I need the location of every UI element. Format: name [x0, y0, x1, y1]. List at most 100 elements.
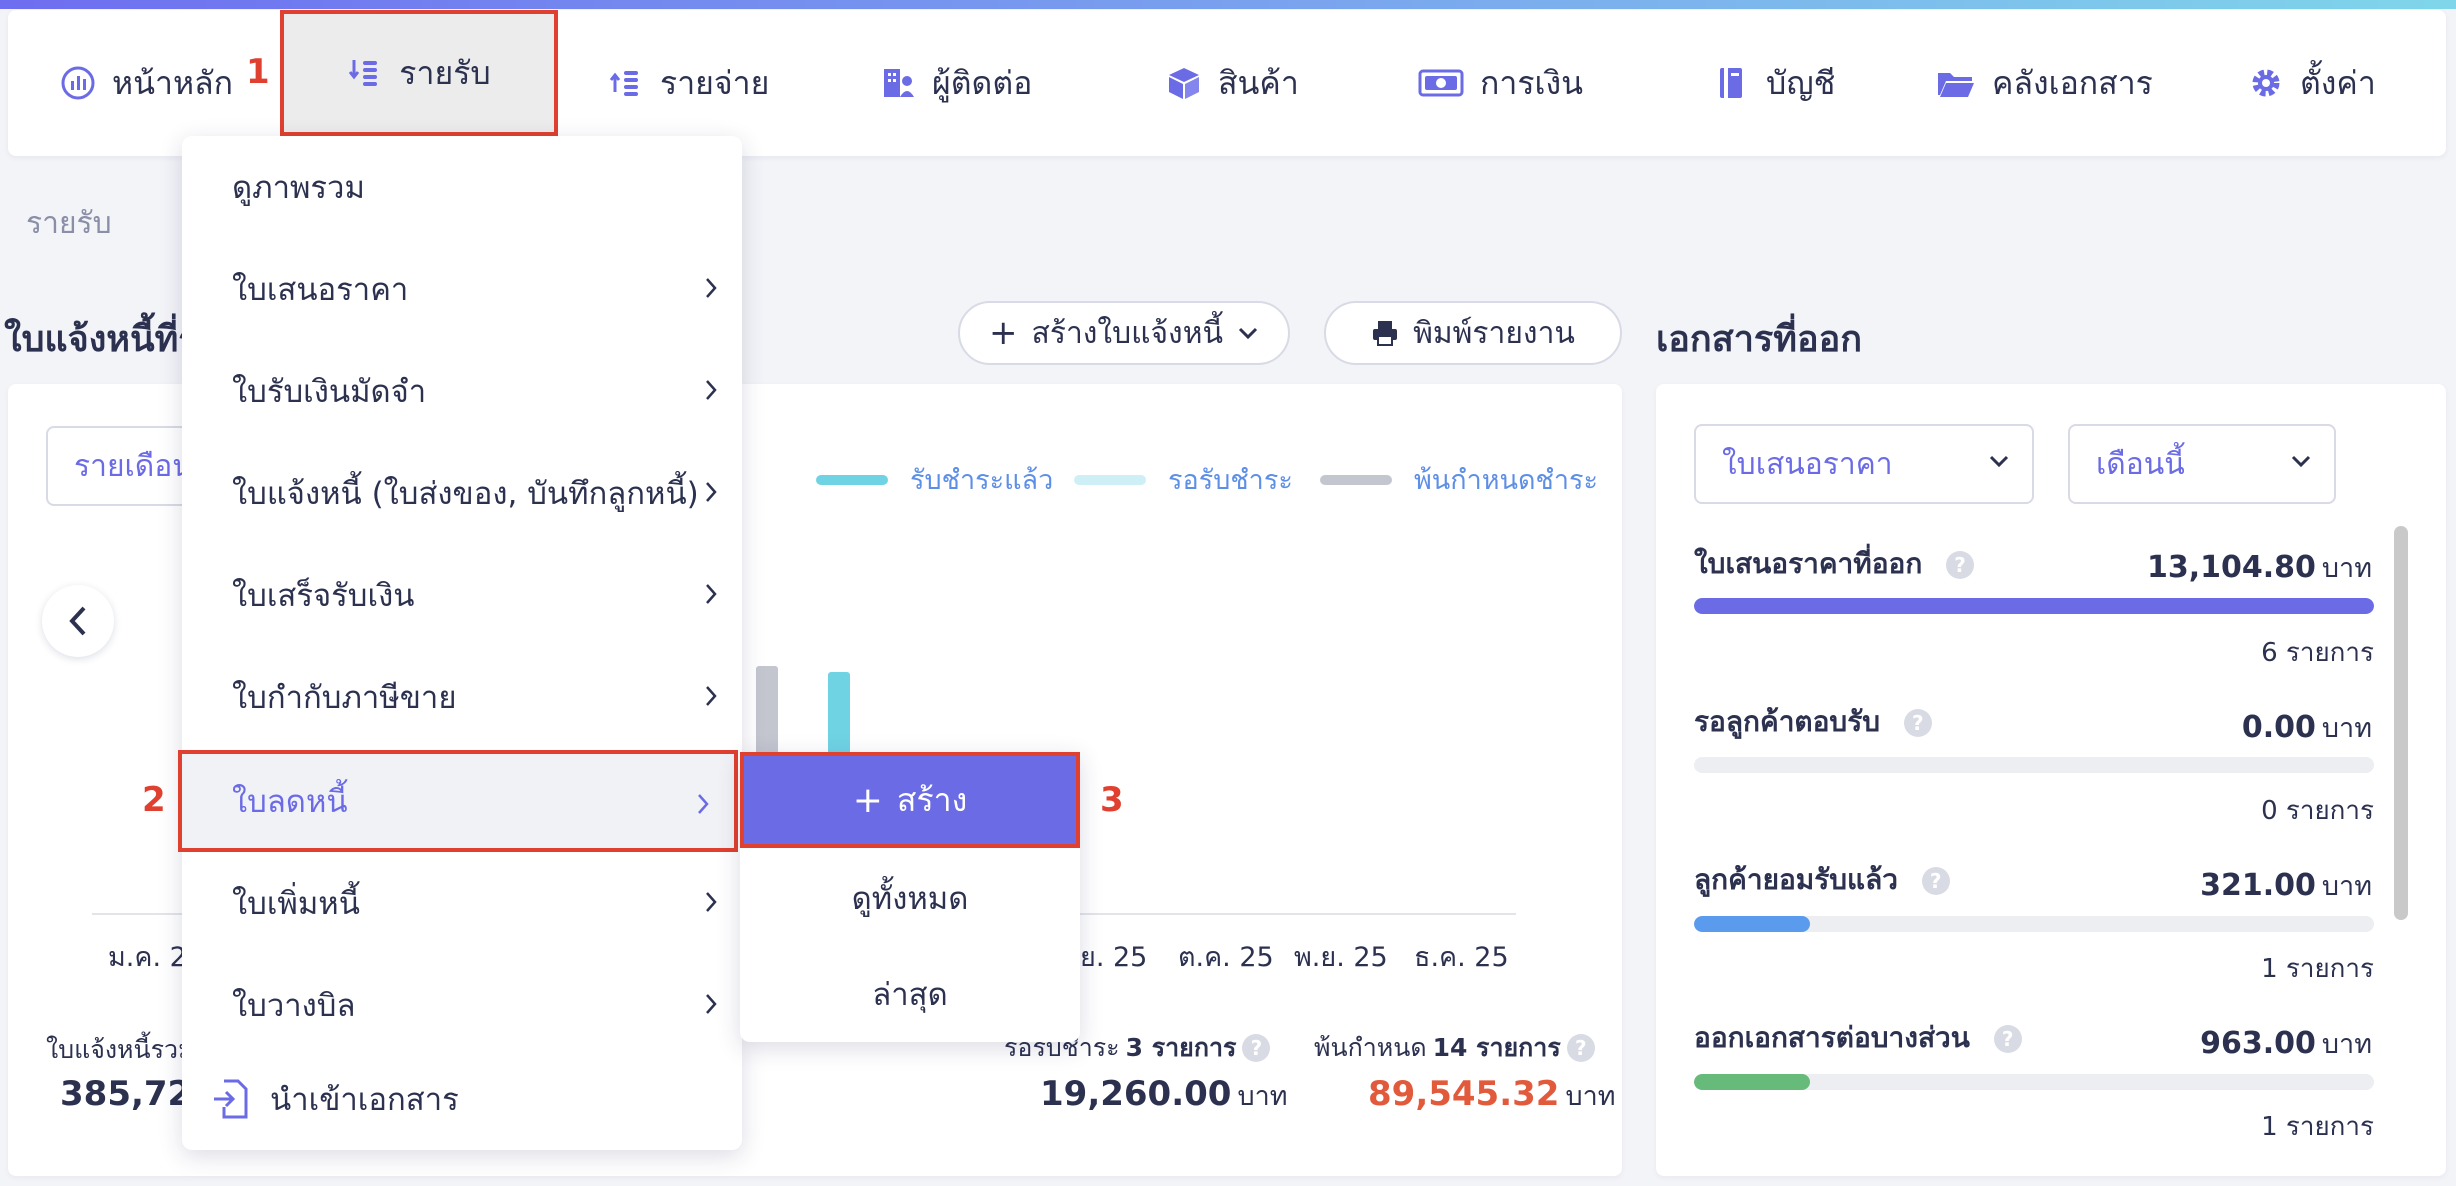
chevron-right-icon: [706, 278, 717, 298]
view-all-label: ดูทั้งหมด: [851, 881, 969, 917]
legend-pending: รอรับชำระ: [1074, 458, 1293, 501]
doc-month-select[interactable]: เดือนนี้: [2068, 424, 2336, 504]
nav-label: รายรับ: [399, 53, 491, 92]
chart-prev-button[interactable]: [42, 585, 114, 657]
menu-item-label: ใบรับเงินมัดจำ: [232, 374, 427, 410]
menu-item-import[interactable]: นำเข้าเอกสาร: [182, 1048, 742, 1150]
nav-item-home[interactable]: หน้าหลัก: [60, 10, 233, 156]
print-report-button[interactable]: พิมพ์รายงาน: [1324, 301, 1622, 365]
amount-value: 0.00: [2241, 710, 2316, 745]
doc-row-title: ลูกค้ายอมรับแล้ว: [1694, 863, 1898, 896]
month-label: ธ.ค. 25: [1414, 942, 1509, 973]
doc-progress-fill: [1694, 916, 1810, 932]
menu-item-tax-invoice[interactable]: ใบกำกับภาษีขาย: [182, 646, 742, 748]
print-report-label: พิมพ์รายงาน: [1413, 315, 1575, 351]
legend-label: พ้นกำหนดชำระ: [1414, 465, 1599, 496]
currency-unit: บาท: [1565, 1081, 1616, 1112]
folder-icon: [1938, 73, 1974, 97]
doc-month-value: เดือนนี้: [2096, 446, 2185, 482]
chevron-right-icon: [706, 892, 717, 912]
doc-row-title: ออกเอกสารต่อบางส่วน: [1694, 1021, 1970, 1054]
help-icon[interactable]: ?: [1242, 1034, 1271, 1062]
breadcrumb: รายรับ: [26, 206, 112, 241]
nav-label: รายจ่าย: [660, 63, 770, 102]
doc-row-count: 0 รายการ: [2261, 796, 2374, 826]
nav-item-documents[interactable]: คลังเอกสาร: [1936, 10, 2153, 156]
pending-count: 3 รายการ: [1125, 1033, 1237, 1062]
nav-label: หน้าหลัก: [112, 63, 234, 102]
doc-progress-accepted: [1694, 916, 2374, 932]
help-icon[interactable]: ?: [1903, 709, 1932, 737]
docs-section-title: เอกสารที่ออก: [1656, 319, 1863, 360]
nav-label: คลังเอกสาร: [1992, 63, 2153, 102]
month-label: ย. 25: [1080, 942, 1148, 973]
nav-label: การเงิน: [1480, 63, 1583, 102]
chevron-down-icon: [2291, 455, 2311, 468]
menu-item-label: ใบเสนอราคา: [232, 272, 409, 308]
chevron-down-icon: [1238, 327, 1258, 340]
plus-icon: +: [852, 779, 883, 821]
doc-row-amount: 13,104.80 บาท: [2147, 546, 2372, 589]
help-icon[interactable]: ?: [1921, 867, 1950, 895]
menu-item-billing[interactable]: ใบวางบิล: [182, 954, 742, 1056]
doc-row-partial: ออกเอกสารต่อบางส่วน ?: [1694, 1016, 2022, 1060]
top-navigation: หน้าหลัก 1 รายรับ รายจ่าย ผู้ติดต่อ สินค…: [8, 10, 2446, 156]
menu-item-invoice[interactable]: ใบแจ้งหนี้ (ใบส่งของ, บันทึกลูกหนี้): [182, 442, 742, 544]
currency-unit: บาท: [2321, 553, 2372, 584]
currency-unit: บาท: [1237, 1081, 1288, 1112]
menu-item-label: ดูภาพรวม: [232, 170, 365, 206]
nav-item-products[interactable]: สินค้า: [1166, 10, 1299, 156]
currency-unit: บาท: [2321, 871, 2372, 902]
plus-icon: +: [989, 313, 1018, 353]
currency-unit: บาท: [2321, 713, 2372, 744]
credit-note-submenu: + สร้าง ดูทั้งหมด ล่าสุด: [740, 752, 1080, 1042]
menu-item-label: ใบแจ้งหนี้ (ใบส่งของ, บันทึกลูกหนี้): [232, 476, 699, 512]
doc-type-select[interactable]: ใบเสนอราคา: [1694, 424, 2034, 504]
menu-item-credit-note[interactable]: ใบลดหนี้: [178, 750, 738, 852]
menu-item-label: ใบกำกับภาษีขาย: [232, 680, 457, 716]
nav-item-accounting[interactable]: บัญชี: [1714, 10, 1835, 156]
help-icon[interactable]: ?: [1993, 1025, 2022, 1053]
invoice-section-title: ใบแจ้งหนี้ที่รั: [4, 319, 198, 360]
pending-value: 19,260.00 บาท: [1040, 1074, 1288, 1117]
nav-item-finance[interactable]: การเงิน: [1418, 10, 1583, 156]
chevron-right-icon: [706, 686, 717, 706]
doc-row-title: รอลูกค้าตอบรับ: [1694, 705, 1881, 738]
legend-overdue: พ้นกำหนดชำระ: [1320, 458, 1598, 501]
docs-scrollbar[interactable]: [2394, 526, 2408, 920]
menu-item-label: ใบลดหนี้: [232, 784, 348, 820]
money-icon: [1418, 69, 1464, 97]
chart-icon: [61, 66, 95, 100]
create-credit-note-button[interactable]: + สร้าง: [740, 752, 1080, 848]
nav-item-expense[interactable]: รายจ่าย: [608, 10, 769, 156]
nav-item-contacts[interactable]: ผู้ติดต่อ: [880, 10, 1032, 156]
legend-label: รับชำระแล้ว: [910, 465, 1054, 496]
legend-swatch-pending: [1074, 474, 1146, 485]
legend-swatch-paid: [816, 474, 888, 485]
help-icon[interactable]: ?: [1946, 551, 1975, 579]
nav-label: สินค้า: [1218, 63, 1299, 102]
period-select[interactable]: รายเดือน: [46, 426, 196, 506]
latest-label: ล่าสุด: [872, 977, 948, 1013]
submenu-latest[interactable]: ล่าสุด: [740, 946, 1080, 1042]
top-accent-strip: [0, 0, 2456, 9]
menu-item-debit-note[interactable]: ใบเพิ่มหนี้: [182, 852, 742, 954]
submenu-view-all[interactable]: ดูทั้งหมด: [740, 850, 1080, 946]
contacts-icon: [884, 69, 914, 97]
help-icon[interactable]: ?: [1566, 1034, 1595, 1062]
nav-item-settings[interactable]: ตั้งค่า: [2248, 10, 2376, 156]
doc-row-amount: 963.00 บาท: [2200, 1022, 2372, 1065]
nav-label: ผู้ติดต่อ: [932, 63, 1033, 102]
menu-item-receipt[interactable]: ใบเสร็จรับเงิน: [182, 544, 742, 646]
menu-item-quotation[interactable]: ใบเสนอราคา: [182, 238, 742, 340]
doc-progress-fill: [1694, 598, 2374, 614]
menu-item-label: ใบเพิ่มหนี้: [232, 886, 360, 922]
overdue-count: 14 รายการ: [1432, 1033, 1561, 1062]
chevron-right-icon: [706, 380, 717, 400]
menu-item-deposit[interactable]: ใบรับเงินมัดจำ: [182, 340, 742, 442]
create-invoice-button[interactable]: + สร้างใบแจ้งหนี้: [958, 301, 1290, 365]
chevron-left-icon: [69, 606, 86, 636]
income-dropdown-menu: ดูภาพรวม ใบเสนอราคา ใบรับเงินมัดจำ ใบแจ้…: [178, 136, 742, 1150]
nav-item-income[interactable]: รายรับ: [280, 10, 558, 136]
menu-item-overview[interactable]: ดูภาพรวม: [182, 136, 742, 238]
